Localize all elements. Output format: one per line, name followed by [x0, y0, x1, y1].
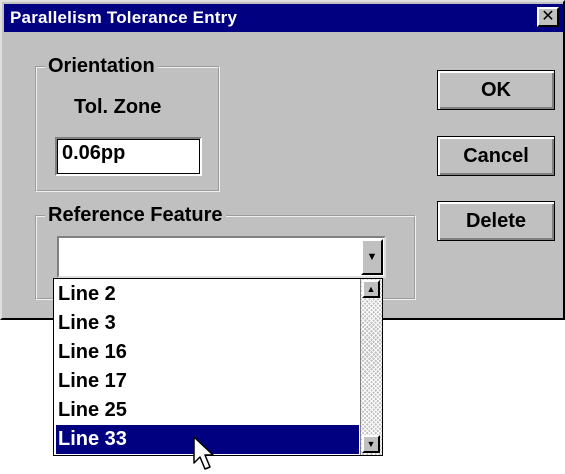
list-item[interactable]: Line 17	[56, 367, 359, 396]
list-item[interactable]: Line 3	[56, 309, 359, 338]
title-bar[interactable]: Parallelism Tolerance Entry ✕	[4, 4, 563, 32]
tol-zone-label: Tol. Zone	[74, 96, 162, 118]
ok-button[interactable]: OK	[437, 70, 555, 110]
window-title: Parallelism Tolerance Entry	[10, 8, 238, 27]
scroll-down-button[interactable]: ▼	[362, 435, 380, 453]
arrow-down-icon: ▼	[366, 439, 376, 449]
reference-feature-group-label: Reference Feature	[45, 204, 226, 227]
combobox-dropdown-button[interactable]: ▼	[361, 239, 383, 275]
list-item[interactable]: Line 16	[56, 338, 359, 367]
list-item[interactable]: Line 2	[56, 280, 359, 309]
close-icon: ✕	[541, 8, 555, 25]
reference-feature-combobox[interactable]: ▼	[57, 236, 386, 278]
delete-button[interactable]: Delete	[437, 201, 555, 241]
tol-zone-input[interactable]: 0.06pp	[55, 137, 202, 176]
parallelism-tolerance-dialog: Parallelism Tolerance Entry ✕ Orientatio…	[0, 0, 565, 320]
orientation-group-label: Orientation	[45, 55, 158, 78]
cancel-button[interactable]: Cancel	[437, 136, 555, 176]
dropdown-scrollbar[interactable]: ▲ ▼	[360, 279, 382, 455]
chevron-down-icon: ▼	[366, 251, 378, 263]
reference-feature-dropdown-list[interactable]: Line 2 Line 3 Line 16 Line 17 Line 25 Li…	[53, 278, 383, 456]
close-button[interactable]: ✕	[537, 7, 559, 27]
arrow-up-icon: ▲	[366, 284, 376, 294]
scroll-up-button[interactable]: ▲	[362, 280, 380, 298]
mouse-cursor-icon	[193, 436, 214, 470]
list-item[interactable]: Line 25	[56, 396, 359, 425]
